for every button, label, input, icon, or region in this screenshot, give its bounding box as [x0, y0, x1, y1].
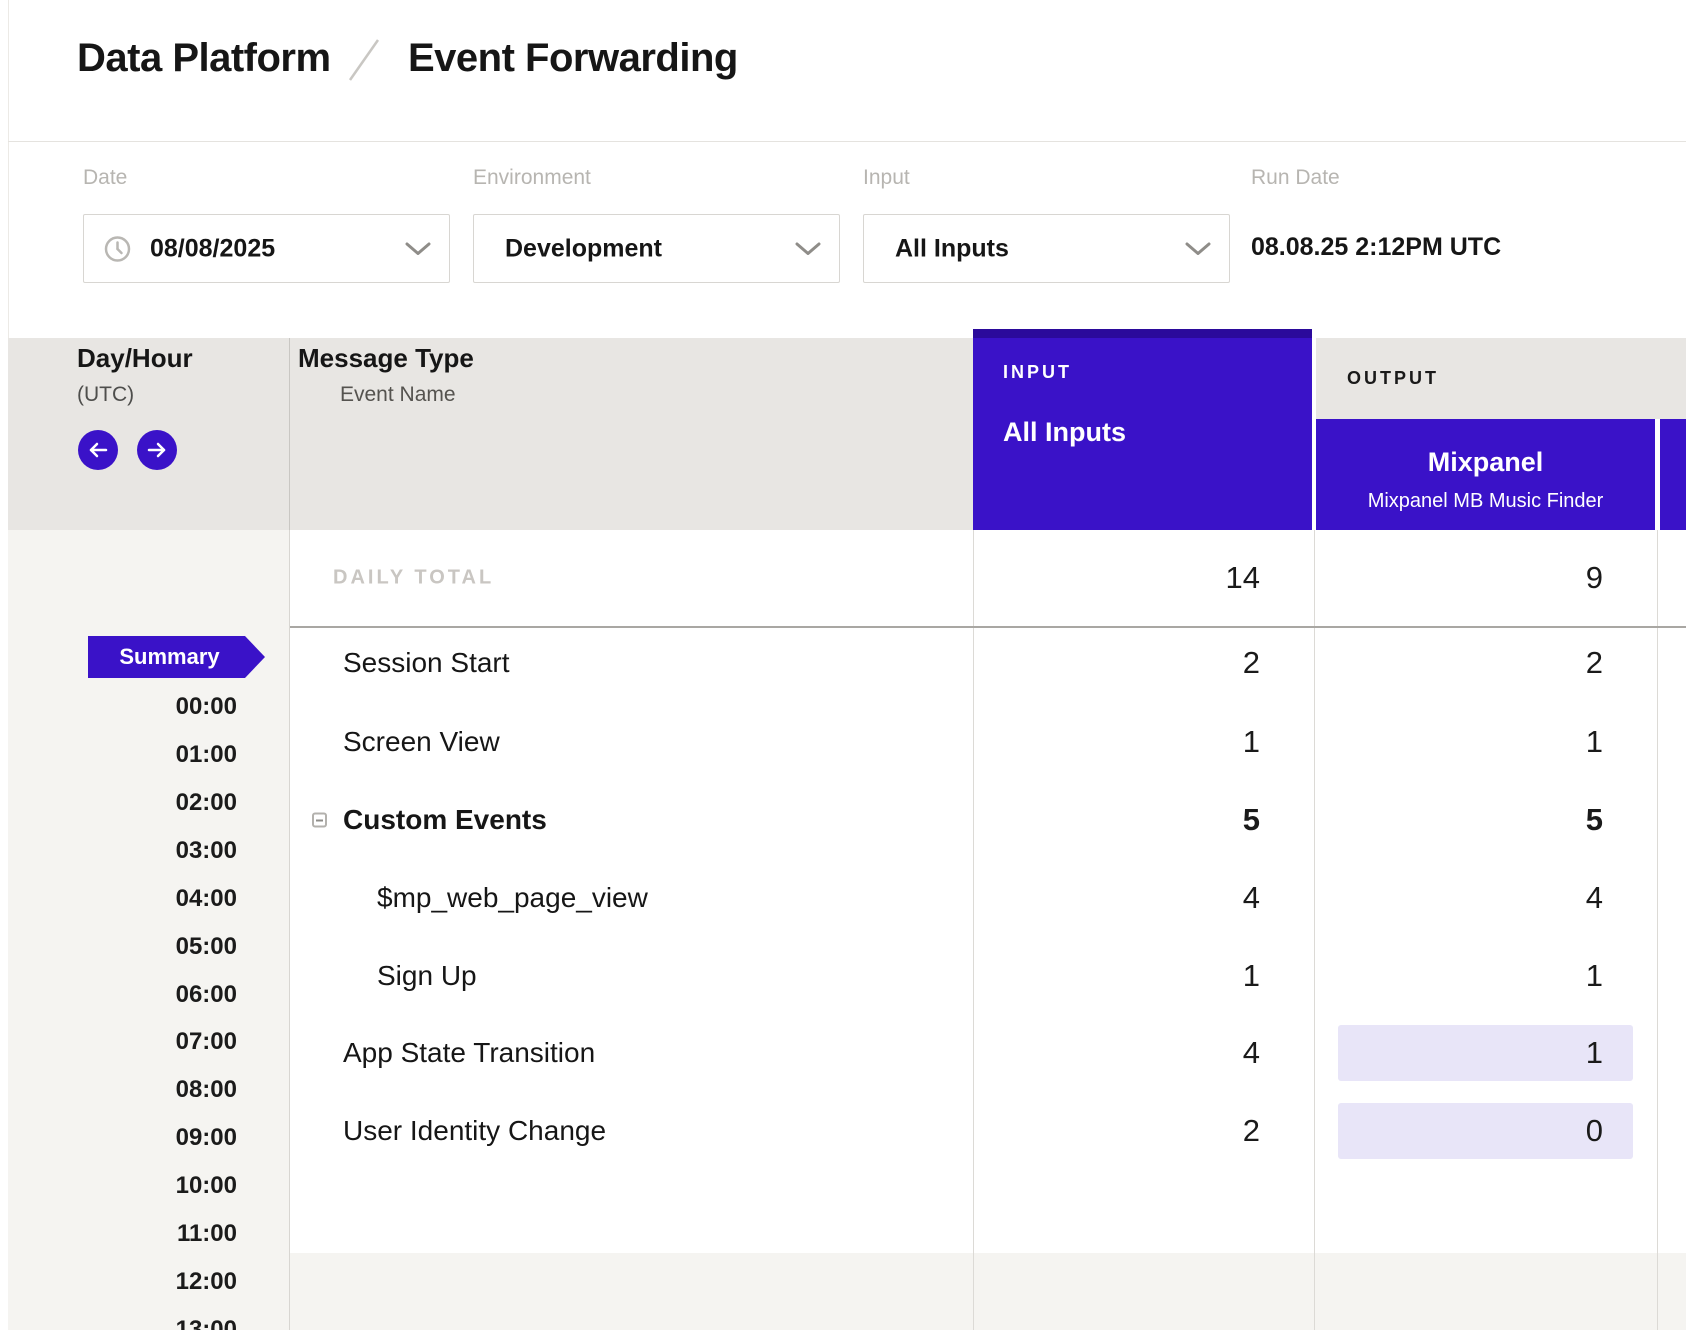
daily-total-input-value: 14	[1226, 560, 1260, 596]
daily-total-output-value: 9	[1586, 560, 1603, 596]
hour-item[interactable]: 05:00	[176, 932, 237, 962]
event-type-label: User Identity Change	[343, 1115, 606, 1147]
chevron-down-icon	[795, 242, 821, 256]
event-type-label: Session Start	[343, 647, 510, 679]
hour-item[interactable]: 09:00	[176, 1123, 237, 1153]
minus-square-icon	[316, 819, 323, 821]
input-section-label: INPUT	[1003, 362, 1072, 383]
hour-item[interactable]: 13:00	[176, 1315, 237, 1330]
day-hour-subtitle: (UTC)	[77, 383, 134, 407]
input-count: 5	[1243, 802, 1260, 838]
input-column-name: All Inputs	[1003, 417, 1126, 448]
input-count: 1	[1243, 958, 1260, 994]
header-column-divider	[289, 338, 290, 530]
table-row: Sign Up 1 1	[289, 937, 1686, 1015]
clock-icon	[104, 235, 131, 262]
header-divider	[8, 141, 1686, 142]
daily-total-label: DAILY TOTAL	[333, 567, 494, 590]
sidebar: Summary 00:00 01:00 02:00 03:00 04:00 05…	[8, 530, 289, 1330]
message-type-title: Message Type	[298, 343, 474, 374]
table-row: Session Start 2 2	[289, 624, 1686, 702]
input-dropdown[interactable]: All Inputs	[863, 214, 1230, 283]
pager-prev-button[interactable]	[78, 430, 118, 470]
chevron-down-icon	[405, 242, 431, 256]
event-forwarding-page: Data Platform Event Forwarding Date Envi…	[0, 0, 1686, 1330]
run-date-value: 08.08.25 2:12PM UTC	[1251, 233, 1501, 262]
chevron-down-icon	[1185, 242, 1211, 256]
date-value: 08/08/2025	[150, 234, 275, 263]
environment-dropdown[interactable]: Development	[473, 214, 840, 283]
output-column-header[interactable]: Mixpanel Mixpanel MB Music Finder	[1316, 419, 1655, 530]
table-row: User Identity Change 2 0	[289, 1092, 1686, 1170]
table-bottom-filler	[290, 1253, 1686, 1330]
output-column-subtitle: Mixpanel MB Music Finder	[1316, 490, 1655, 513]
table-row: $mp_web_page_view 4 4	[289, 859, 1686, 937]
table-row: Custom Events 5 5	[289, 781, 1686, 859]
event-type-label: Screen View	[343, 726, 500, 758]
hour-item[interactable]: 02:00	[176, 788, 237, 818]
table-row: Screen View 1 1	[289, 703, 1686, 781]
input-count: 4	[1243, 880, 1260, 916]
arrow-left-icon	[87, 442, 109, 458]
summary-tab[interactable]: Summary	[88, 636, 265, 678]
input-count: 2	[1243, 645, 1260, 681]
output-count: 1	[1586, 1035, 1603, 1071]
output-column-header-partial[interactable]	[1660, 419, 1686, 530]
hour-item[interactable]: 00:00	[176, 692, 237, 722]
date-filter-label: Date	[83, 166, 127, 190]
output-count: 4	[1586, 880, 1603, 916]
hour-item[interactable]: 03:00	[176, 836, 237, 866]
hour-item[interactable]: 10:00	[176, 1171, 237, 1201]
hour-item[interactable]: 04:00	[176, 884, 237, 914]
hour-item[interactable]: 07:00	[176, 1027, 237, 1057]
output-count: 1	[1586, 724, 1603, 760]
breadcrumb-page-title: Event Forwarding	[408, 36, 738, 81]
sidebar-divider	[289, 530, 290, 1330]
input-column-header[interactable]: INPUT All Inputs	[973, 329, 1312, 530]
output-count: 0	[1586, 1113, 1603, 1149]
daily-total-row: DAILY TOTAL 14 9	[289, 530, 1686, 626]
input-count: 2	[1243, 1113, 1260, 1149]
input-count: 1	[1243, 724, 1260, 760]
arrow-right-icon	[146, 442, 168, 458]
input-value: All Inputs	[895, 234, 1009, 263]
hour-item[interactable]: 01:00	[176, 740, 237, 770]
breadcrumb-section-link[interactable]: Data Platform	[77, 36, 331, 81]
hour-item[interactable]: 08:00	[176, 1075, 237, 1105]
hour-item[interactable]: 12:00	[176, 1267, 237, 1297]
run-date-label: Run Date	[1251, 166, 1340, 190]
event-type-label: Custom Events	[343, 804, 547, 836]
collapse-toggle[interactable]	[312, 813, 327, 828]
hour-item[interactable]: 06:00	[176, 980, 237, 1010]
column-gap	[1655, 419, 1660, 530]
pager-next-button[interactable]	[137, 430, 177, 470]
breadcrumb-separator-icon	[346, 38, 382, 82]
environment-filter-label: Environment	[473, 166, 591, 190]
output-count: 5	[1586, 802, 1603, 838]
column-gap	[1312, 329, 1316, 530]
input-count: 4	[1243, 1035, 1260, 1071]
event-type-label: $mp_web_page_view	[377, 882, 648, 914]
output-count: 1	[1586, 958, 1603, 994]
event-type-label: Sign Up	[377, 960, 477, 992]
day-hour-title: Day/Hour	[77, 343, 193, 374]
output-section-label: OUTPUT	[1347, 368, 1439, 389]
hour-item[interactable]: 11:00	[177, 1219, 237, 1249]
input-filter-label: Input	[863, 166, 910, 190]
table-row: App State Transition 4 1	[289, 1014, 1686, 1092]
output-count: 2	[1586, 645, 1603, 681]
event-name-subtitle: Event Name	[340, 383, 456, 407]
date-dropdown[interactable]: 08/08/2025	[83, 214, 450, 283]
event-type-label: App State Transition	[343, 1037, 595, 1069]
environment-value: Development	[505, 234, 662, 263]
output-column-name: Mixpanel	[1316, 447, 1655, 478]
